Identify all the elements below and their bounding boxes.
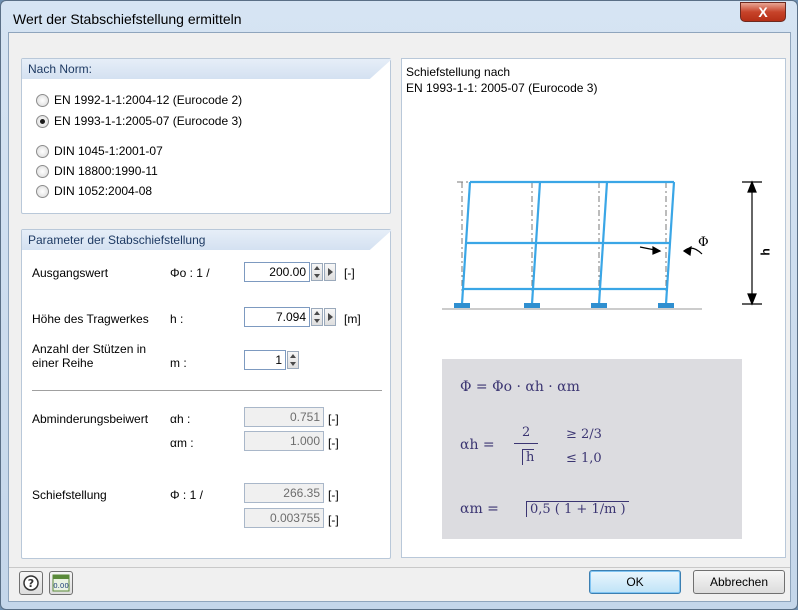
ausgangswert-label: Ausgangswert [32,266,109,280]
svg-text:0.00: 0.00 [53,582,69,590]
title-bar[interactable]: Wert der Stabschiefstellung ermitteln X [1,1,797,33]
norm-group: Nach Norm: EN 1992-1-1:2004-12 (Eurocode… [21,58,392,214]
norm-option-label: DIN 1052:2004-08 [54,184,153,198]
figure-caption-line2: EN 1993-1-1: 2005-07 (Eurocode 3) [406,81,598,95]
schiefstellung-label: Schiefstellung [32,488,107,502]
ausgangswert-symbol: Φo : 1 / [170,266,210,280]
stuetzen-label-line1: Anzahl der Stützen in [32,342,147,356]
norm-option-din1052[interactable]: DIN 1052:2004-08 [36,183,152,199]
norm-option-din18800[interactable]: DIN 18800:1990-11 [36,163,158,179]
norm-group-header: Nach Norm: [22,59,392,79]
illustration-panel: Schiefstellung nach EN 1993-1-1: 2005-07… [401,58,786,558]
formula-phi: Φ = Φo · αh · αm [460,379,580,395]
decimal-places-icon: 0.00 [52,574,70,592]
alpha-m-field: 1.000 [244,431,324,451]
help-button[interactable]: ? [19,571,43,595]
fraction-bar [514,443,538,444]
schiefstellung-field: 266.35 [244,483,324,503]
alpha-h-field: 0.751 [244,407,324,427]
radio-button[interactable] [36,93,49,107]
footer-separator [9,567,790,568]
abminderung-label: Abminderungsbeiwert [32,412,149,426]
norm-option-label: EN 1993-1-1:2005-07 (Eurocode 3) [54,114,243,128]
hoehe-pick-button[interactable] [324,308,336,326]
radio-button-selected[interactable] [36,114,49,128]
svg-text:?: ? [28,577,34,590]
separator [32,390,382,391]
alpha-h-unit: [-] [328,412,339,426]
alpha-m-symbol: αm : [170,436,194,450]
formula-alpha-h-den: h [522,449,535,465]
formula-alpha-m-lhs: αm = [460,501,499,517]
norm-option-ec2[interactable]: EN 1992-1-1:2004-12 (Eurocode 2) [36,92,242,108]
hoehe-symbol: h : [170,312,184,326]
schiefstellung-decimal-unit: [-] [328,513,339,527]
ausgangswert-input[interactable]: 200.00 [244,262,310,282]
dialog-client: Nach Norm: EN 1992-1-1:2004-12 (Eurocode… [8,32,791,602]
stuetzen-symbol: m : [170,356,187,370]
figure-caption-line1: Schiefstellung nach [406,65,511,79]
formula-alpha-h-num: 2 [522,425,531,440]
window-title: Wert der Stabschiefstellung ermitteln [13,11,242,27]
phi-label: Φ [698,235,709,250]
params-group-header: Parameter der Stabschiefstellung [22,230,392,250]
schiefstellung-decimal-field: 0.003755 [244,508,324,528]
params-group: Parameter der Stabschiefstellung Ausgang… [21,229,392,559]
frame-diagram [442,180,762,310]
schiefstellung-unit: [-] [328,488,339,502]
cancel-button[interactable]: Abbrechen [693,570,785,594]
close-button[interactable]: X [740,2,786,22]
hoehe-unit: [m] [344,312,361,326]
dialog-window: Wert der Stabschiefstellung ermitteln X … [0,0,798,610]
h-label: h [758,248,773,256]
ausgangswert-pick-button[interactable] [324,263,336,281]
formula-box: Φ = Φo · αh · αm αh = 2 h ≥ 2/3 ≤ 1,0 αm… [442,359,742,539]
ausgangswert-unit: [-] [344,266,355,280]
hoehe-label: Höhe des Tragwerkes [32,312,149,326]
radio-button[interactable] [36,184,49,198]
formula-alpha-h-lhs: αh = [460,437,495,453]
norm-option-label: EN 1992-1-1:2004-12 (Eurocode 2) [54,93,243,107]
decimal-places-button[interactable]: 0.00 [49,571,73,595]
hoehe-spinner[interactable] [311,308,323,326]
norm-option-ec3[interactable]: EN 1993-1-1:2005-07 (Eurocode 3) [36,113,242,129]
help-icon: ? [23,575,39,591]
radio-button[interactable] [36,144,49,158]
alpha-m-unit: [-] [328,436,339,450]
stuetzen-label-line2: einer Reihe [32,356,94,370]
norm-option-din1045[interactable]: DIN 1045-1:2001-07 [36,143,163,159]
radio-button[interactable] [36,164,49,178]
formula-alpha-h-ge: ≥ 2/3 [566,427,602,442]
stuetzen-spinner[interactable] [287,351,299,369]
stuetzen-input[interactable]: 1 [244,350,286,370]
schiefstellung-symbol: Φ : 1 / [170,488,203,502]
ausgangswert-spinner[interactable] [311,263,323,281]
alpha-h-symbol: αh : [170,412,191,426]
norm-option-label: DIN 18800:1990-11 [54,164,158,178]
hoehe-input[interactable]: 7.094 [244,307,310,327]
ok-button[interactable]: OK [589,570,681,594]
formula-alpha-h-le: ≤ 1,0 [566,451,602,466]
formula-alpha-m-rhs: 0,5 ( 1 + 1/m ) [526,501,629,517]
norm-option-label: DIN 1045-1:2001-07 [54,144,163,158]
